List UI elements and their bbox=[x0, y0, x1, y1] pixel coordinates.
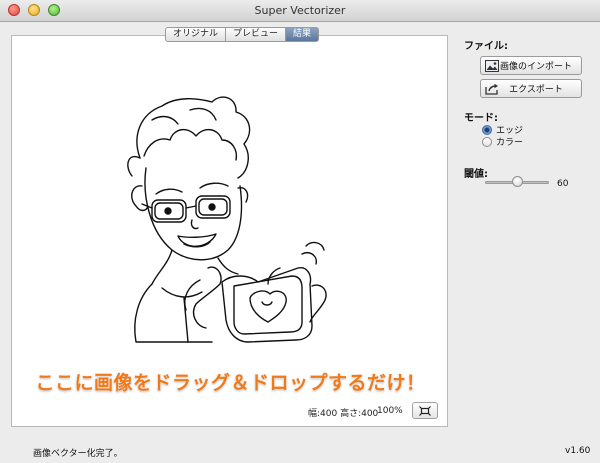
view-tabs: オリジナル プレビュー 結果 bbox=[165, 27, 320, 42]
export-button-label: エクスポート bbox=[509, 85, 563, 95]
mode-option-color-label: カラー bbox=[496, 138, 524, 148]
import-button-label: 画像のインポート bbox=[499, 62, 572, 72]
radio-edge[interactable] bbox=[482, 124, 492, 135]
image-import-icon bbox=[485, 59, 499, 72]
title-bar: Super Vectorizer bbox=[0, 0, 600, 22]
drop-hint-text: ここに画像をドラッグ＆ドロップするだけ！ bbox=[35, 372, 426, 394]
tab-original[interactable]: オリジナル bbox=[165, 27, 227, 42]
mode-section-label: モード: bbox=[464, 113, 498, 124]
threshold-value: 60 bbox=[557, 179, 569, 189]
export-button[interactable]: エクスポート bbox=[480, 79, 582, 98]
image-size-label: 幅:400 高さ:400 bbox=[308, 409, 379, 419]
import-image-button[interactable]: 画像のインポート bbox=[480, 56, 582, 75]
window-title: Super Vectorizer bbox=[254, 4, 346, 17]
file-section-label: ファイル: bbox=[464, 41, 508, 52]
zoom-level-label: 100% bbox=[377, 406, 403, 416]
status-message: 画像ベクター化完了。 bbox=[33, 449, 123, 459]
result-canvas[interactable]: ここに画像をドラッグ＆ドロップするだけ！ 幅:400 高さ:400 100% bbox=[11, 35, 448, 427]
threshold-slider-knob[interactable] bbox=[511, 176, 523, 187]
mode-option-color[interactable]: カラー bbox=[482, 135, 523, 148]
threshold-section-label: 閾値: bbox=[464, 169, 488, 180]
tab-preview[interactable]: プレビュー bbox=[226, 27, 287, 42]
version-label: v1.60 bbox=[565, 446, 591, 456]
export-icon bbox=[485, 83, 498, 95]
fit-icon bbox=[419, 405, 431, 416]
fit-to-window-button[interactable] bbox=[412, 402, 438, 419]
radio-color[interactable] bbox=[482, 136, 492, 147]
tab-result[interactable]: 結果 bbox=[286, 27, 320, 42]
